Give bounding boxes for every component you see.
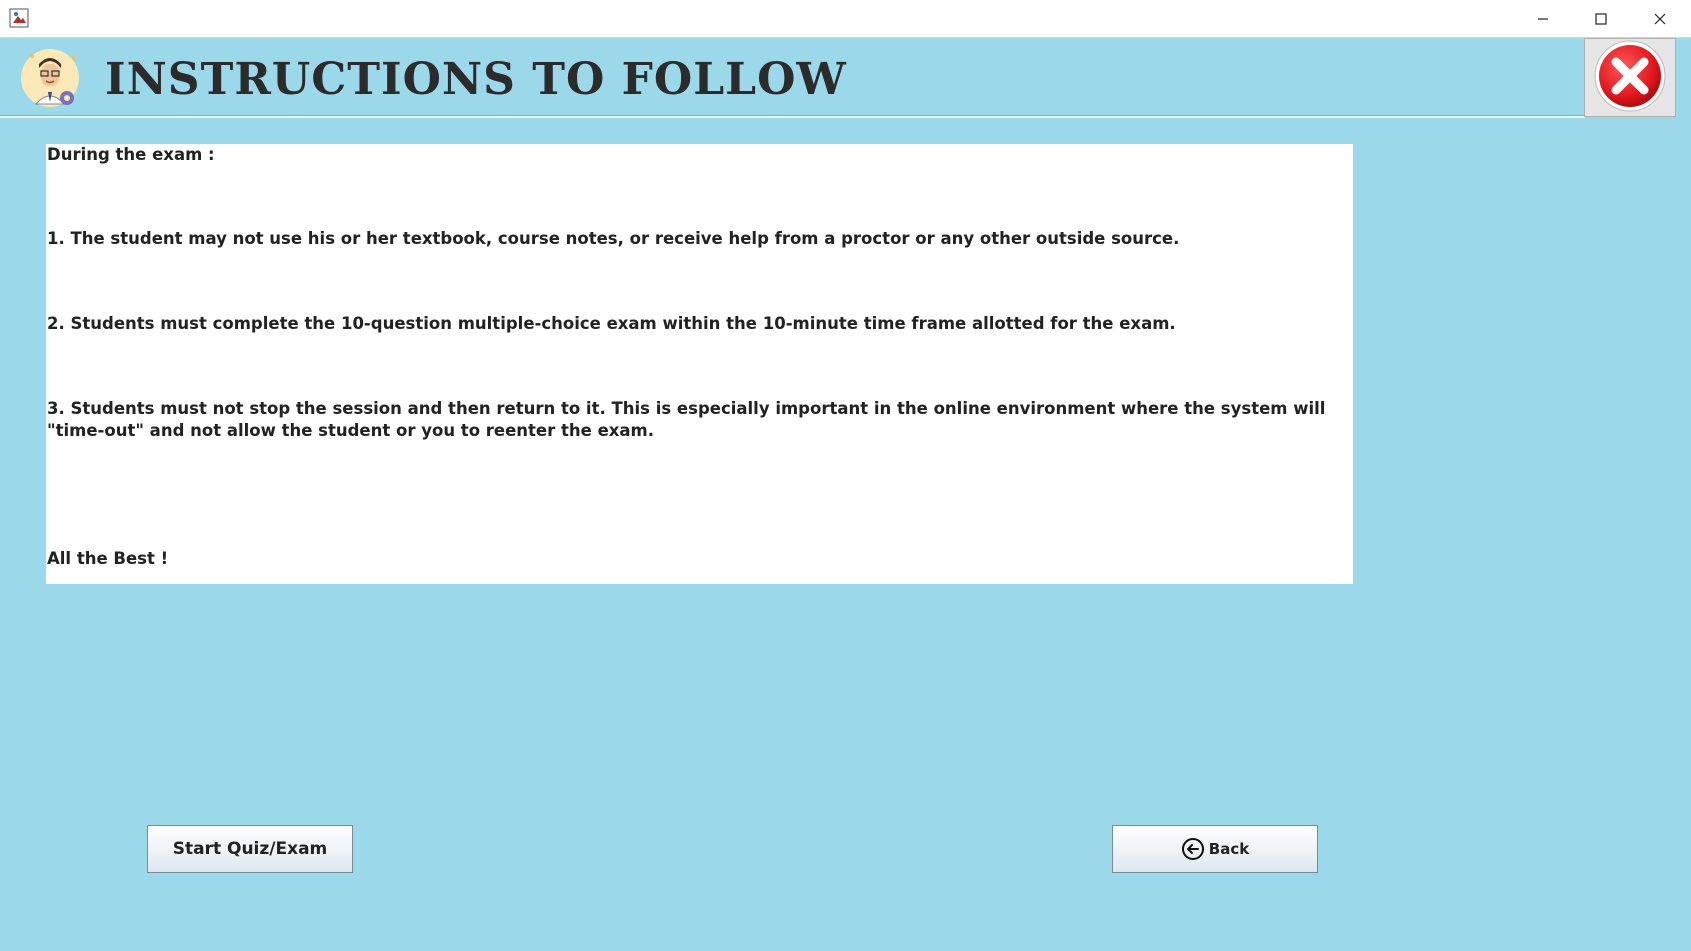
maximize-icon <box>1595 12 1607 25</box>
minimize-icon <box>1537 13 1549 25</box>
instruction-rule-3-line-1: 3. Students must not stop the session an… <box>47 399 1326 418</box>
instructions-panel: During the exam : 1. The student may not… <box>46 144 1353 584</box>
maximize-button[interactable] <box>1572 0 1630 37</box>
minimize-button[interactable] <box>1514 0 1572 37</box>
teacher-avatar-icon <box>18 46 82 110</box>
title-bar <box>0 0 1691 38</box>
window-close-button[interactable] <box>1631 0 1689 37</box>
start-quiz-button[interactable]: Start Quiz/Exam <box>147 825 353 873</box>
arrow-left-circle-icon <box>1181 837 1205 861</box>
back-label: Back <box>1208 840 1250 858</box>
instructions-heading: During the exam : <box>47 145 215 164</box>
back-button[interactable]: Back <box>1112 825 1318 873</box>
red-close-icon <box>1593 39 1667 117</box>
page-title: INSTRUCTIONS TO FOLLOW <box>105 54 847 105</box>
instruction-rule-1: 1. The student may not use his or her te… <box>47 229 1180 248</box>
close-icon <box>1654 13 1666 25</box>
closing-message: All the Best ! <box>47 549 169 568</box>
start-quiz-label: Start Quiz/Exam <box>172 839 328 859</box>
exit-button[interactable] <box>1584 38 1676 117</box>
header-divider <box>0 115 1585 118</box>
java-app-icon <box>9 8 29 28</box>
instructions-window: INSTRUCTIONS TO FOLLOW During the exam :… <box>0 0 1691 951</box>
instruction-rule-3-line-2: "time-out" and not allow the student or … <box>47 421 654 440</box>
instruction-rule-2: 2. Students must complete the 10-questio… <box>47 314 1176 333</box>
